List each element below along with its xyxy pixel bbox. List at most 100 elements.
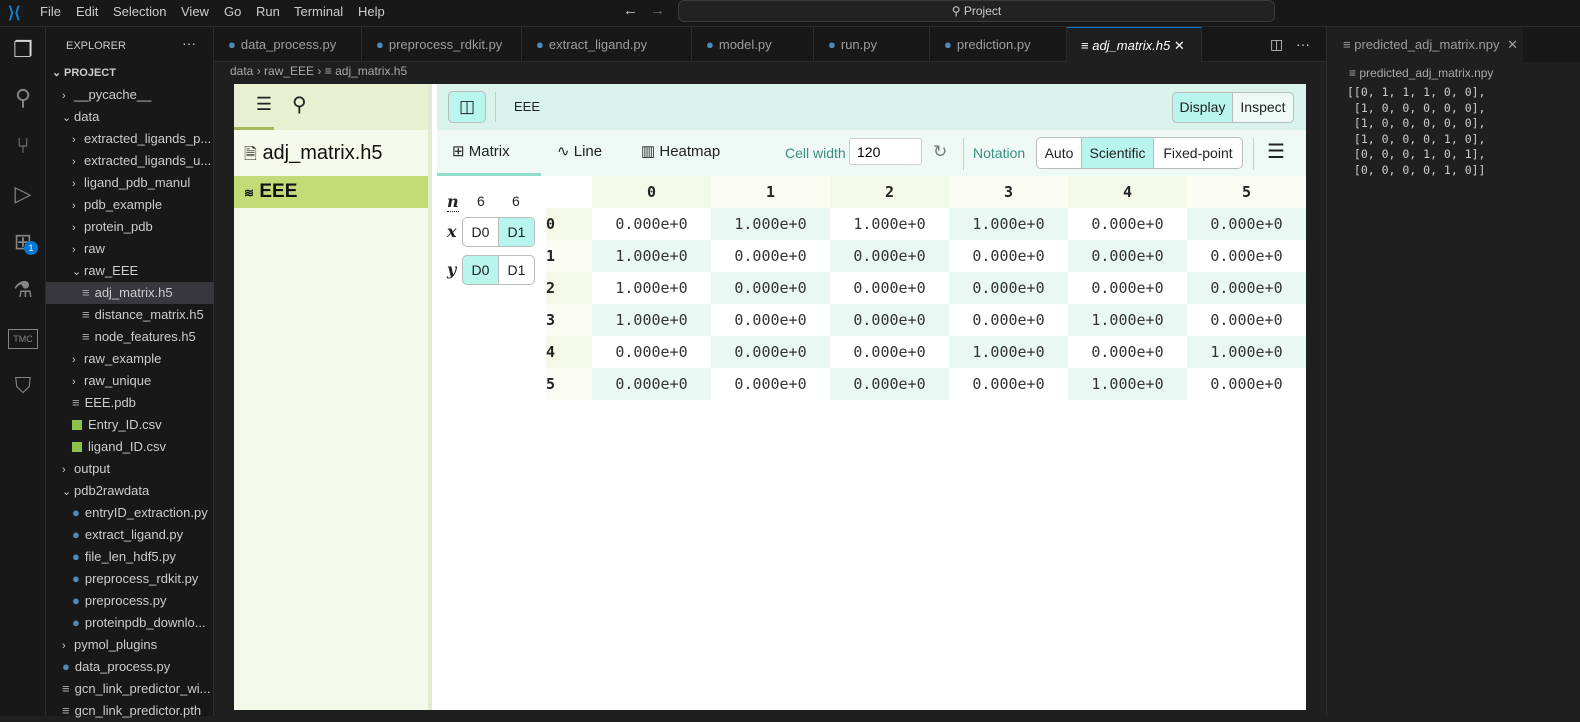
tree-file[interactable]: ● extract_ligand.py (46, 524, 214, 546)
inspect-button[interactable]: Inspect (1232, 92, 1294, 123)
menu-run[interactable]: Run (256, 4, 280, 19)
menu-hamburger-icon[interactable]: ☰ (1267, 139, 1285, 164)
explorer-icon[interactable]: ❐ (8, 35, 38, 65)
tree-folder[interactable]: ⌄ pdb2rawdata (46, 480, 214, 502)
breadcrumb-file[interactable]: predicted_adj_matrix.npy (1359, 66, 1493, 80)
tree-item-label: output (74, 461, 111, 476)
menu-selection[interactable]: Selection (113, 4, 166, 19)
tree-file[interactable]: ≡ adj_matrix.h5 (46, 282, 214, 304)
tree-folder[interactable]: › raw_unique (46, 370, 214, 392)
menu-help[interactable]: Help (358, 4, 385, 19)
explorer-more-button[interactable]: ··· (182, 35, 196, 51)
tab-line[interactable]: ∿ Line (557, 130, 602, 176)
tree-file[interactable]: ≡ gcn_link_predictor_wi... (46, 678, 214, 700)
tab-predicted-adj-matrix[interactable]: ≡ predicted_adj_matrix.npy ✕ (1327, 27, 1523, 62)
project-root[interactable]: ⌄ PROJECT (46, 62, 214, 84)
matrix-cell: 0.000e+0 (711, 272, 830, 304)
tree-folder[interactable]: › protein_pdb (46, 216, 214, 238)
menu-go[interactable]: Go (224, 4, 241, 19)
tree-folder[interactable]: › __pycache__ (46, 84, 214, 106)
tree-file[interactable]: ● preprocess_rdkit.py (46, 568, 214, 590)
dataset-entry-eee[interactable]: ≋ EEE (234, 176, 428, 208)
search-icon[interactable]: ⚲ (8, 83, 38, 113)
tree-folder[interactable]: ⌄ data (46, 106, 214, 128)
tab-prediction-py[interactable]: ● prediction.py (930, 27, 1067, 62)
tree-folder[interactable]: › output (46, 458, 214, 480)
tab-matrix[interactable]: ⊞ Matrix (437, 130, 541, 176)
split-editor-icon[interactable]: ◫ (1270, 36, 1283, 53)
tree-file[interactable]: ≡ node_features.h5 (46, 326, 214, 348)
display-button[interactable]: Display (1172, 92, 1233, 123)
menu-terminal[interactable]: Terminal (294, 4, 343, 19)
run-debug-icon[interactable]: ▷ (8, 179, 38, 209)
row-header: 2 (546, 272, 592, 304)
tab-model-py[interactable]: ● model.py (692, 27, 814, 62)
breadcrumb-data[interactable]: data (230, 64, 253, 78)
tmc-icon[interactable]: TMC (8, 329, 38, 349)
tree-file[interactable]: ● entryID_extraction.py (46, 502, 214, 524)
tab-run-py[interactable]: ● run.py (814, 27, 930, 62)
list-icon[interactable]: ☰ (248, 94, 280, 115)
matrix-cell: 0.000e+0 (711, 336, 830, 368)
column-header: 0 (592, 176, 711, 208)
tree-folder[interactable]: › pymol_plugins (46, 634, 214, 656)
notation-auto[interactable]: Auto (1036, 137, 1082, 169)
more-actions-icon[interactable]: ··· (1296, 36, 1310, 52)
tab-extract-ligand-py[interactable]: ● extract_ligand.py (522, 27, 692, 62)
close-icon[interactable]: ✕ (1174, 38, 1185, 53)
secondary-breadcrumb: ≡ predicted_adj_matrix.npy (1349, 66, 1493, 80)
divider (495, 92, 496, 122)
notation-fixed-point[interactable]: Fixed-point (1153, 137, 1243, 169)
gitlab-icon[interactable]: ⛉ (8, 371, 38, 401)
tree-folder[interactable]: › raw (46, 238, 214, 260)
tree-file[interactable]: ligand_ID.csv (46, 436, 214, 458)
menu-edit[interactable]: Edit (76, 4, 98, 19)
tree-file[interactable]: ≡ EEE.pdb (46, 392, 214, 414)
tree-folder[interactable]: › extracted_ligands_u... (46, 150, 214, 172)
tree-folder[interactable]: ⌄ raw_EEE (46, 260, 214, 282)
python-icon: ● (72, 615, 80, 630)
tree-file[interactable]: ≡ gcn_link_predictor.pth (46, 700, 214, 722)
testing-flask-icon[interactable]: ⚗ (8, 275, 38, 305)
x-d0-button[interactable]: D0 (462, 217, 499, 247)
matrix-cell: 0.000e+0 (592, 368, 711, 400)
tree-file[interactable]: ● preprocess.py (46, 590, 214, 612)
tree-file[interactable]: ● proteinpdb_downlo... (46, 612, 214, 634)
tree-folder[interactable]: › extracted_ligands_p... (46, 128, 214, 150)
chevron-right-icon: › (72, 244, 76, 256)
breadcrumb-raw-eee[interactable]: raw_EEE (264, 64, 314, 78)
menu-file[interactable]: File (40, 4, 61, 19)
tree-file[interactable]: ● data_process.py (46, 656, 214, 678)
search-icon[interactable]: ⚲ (292, 92, 307, 117)
matrix-grid: 0 1 2 3 4 5 0 0.000e+0 1.000e+0 1.000e+0 1.000e+0 0… (546, 176, 1306, 710)
cell-width-input[interactable] (849, 138, 922, 165)
source-control-icon[interactable]: ⑂ (8, 131, 38, 161)
tab-preprocess-rdkit-py[interactable]: ● preprocess_rdkit.py (362, 27, 522, 62)
y-d0-button[interactable]: D0 (462, 255, 499, 285)
tree-file[interactable]: Entry_ID.csv (46, 414, 214, 436)
x-d1-button[interactable]: D1 (498, 217, 535, 247)
back-arrow-icon[interactable]: ← (623, 2, 638, 19)
notation-scientific[interactable]: Scientific (1081, 137, 1154, 169)
toggle-sidebar-button[interactable]: ◫ (448, 91, 486, 123)
editor-tabs: ● data_process.py ● preprocess_rdkit.py ● ext… (214, 27, 1326, 62)
tree-item-label: raw_example (84, 351, 162, 366)
tree-file[interactable]: ● file_len_hdf5.py (46, 546, 214, 568)
tab-adj-matrix-h5[interactable]: ≡ adj_matrix.h5 ✕ (1067, 27, 1202, 62)
tree-folder[interactable]: › ligand_pdb_manul (46, 172, 214, 194)
command-center[interactable]: ⚲ Project (678, 0, 1275, 22)
breadcrumb-file[interactable]: adj_matrix.h5 (335, 64, 407, 78)
tree-file[interactable]: ≡ distance_matrix.h5 (46, 304, 214, 326)
menu-view[interactable]: View (181, 4, 209, 19)
tab-heatmap[interactable]: ▥ Heatmap (641, 130, 720, 176)
dim-size-0: 6 (477, 193, 485, 209)
extensions-icon[interactable]: ⊞ 1 (8, 227, 38, 257)
tree-folder[interactable]: › raw_example (46, 348, 214, 370)
y-d1-button[interactable]: D1 (498, 255, 535, 285)
tree-folder[interactable]: › pdb_example (46, 194, 214, 216)
reset-icon[interactable]: ↻ (933, 142, 947, 162)
close-icon[interactable]: ✕ (1507, 37, 1518, 52)
forward-arrow-icon[interactable]: → (650, 2, 665, 19)
tab-data-process-py[interactable]: ● data_process.py (214, 27, 362, 62)
file-entry[interactable]: 🗎 adj_matrix.h5 (244, 142, 383, 170)
